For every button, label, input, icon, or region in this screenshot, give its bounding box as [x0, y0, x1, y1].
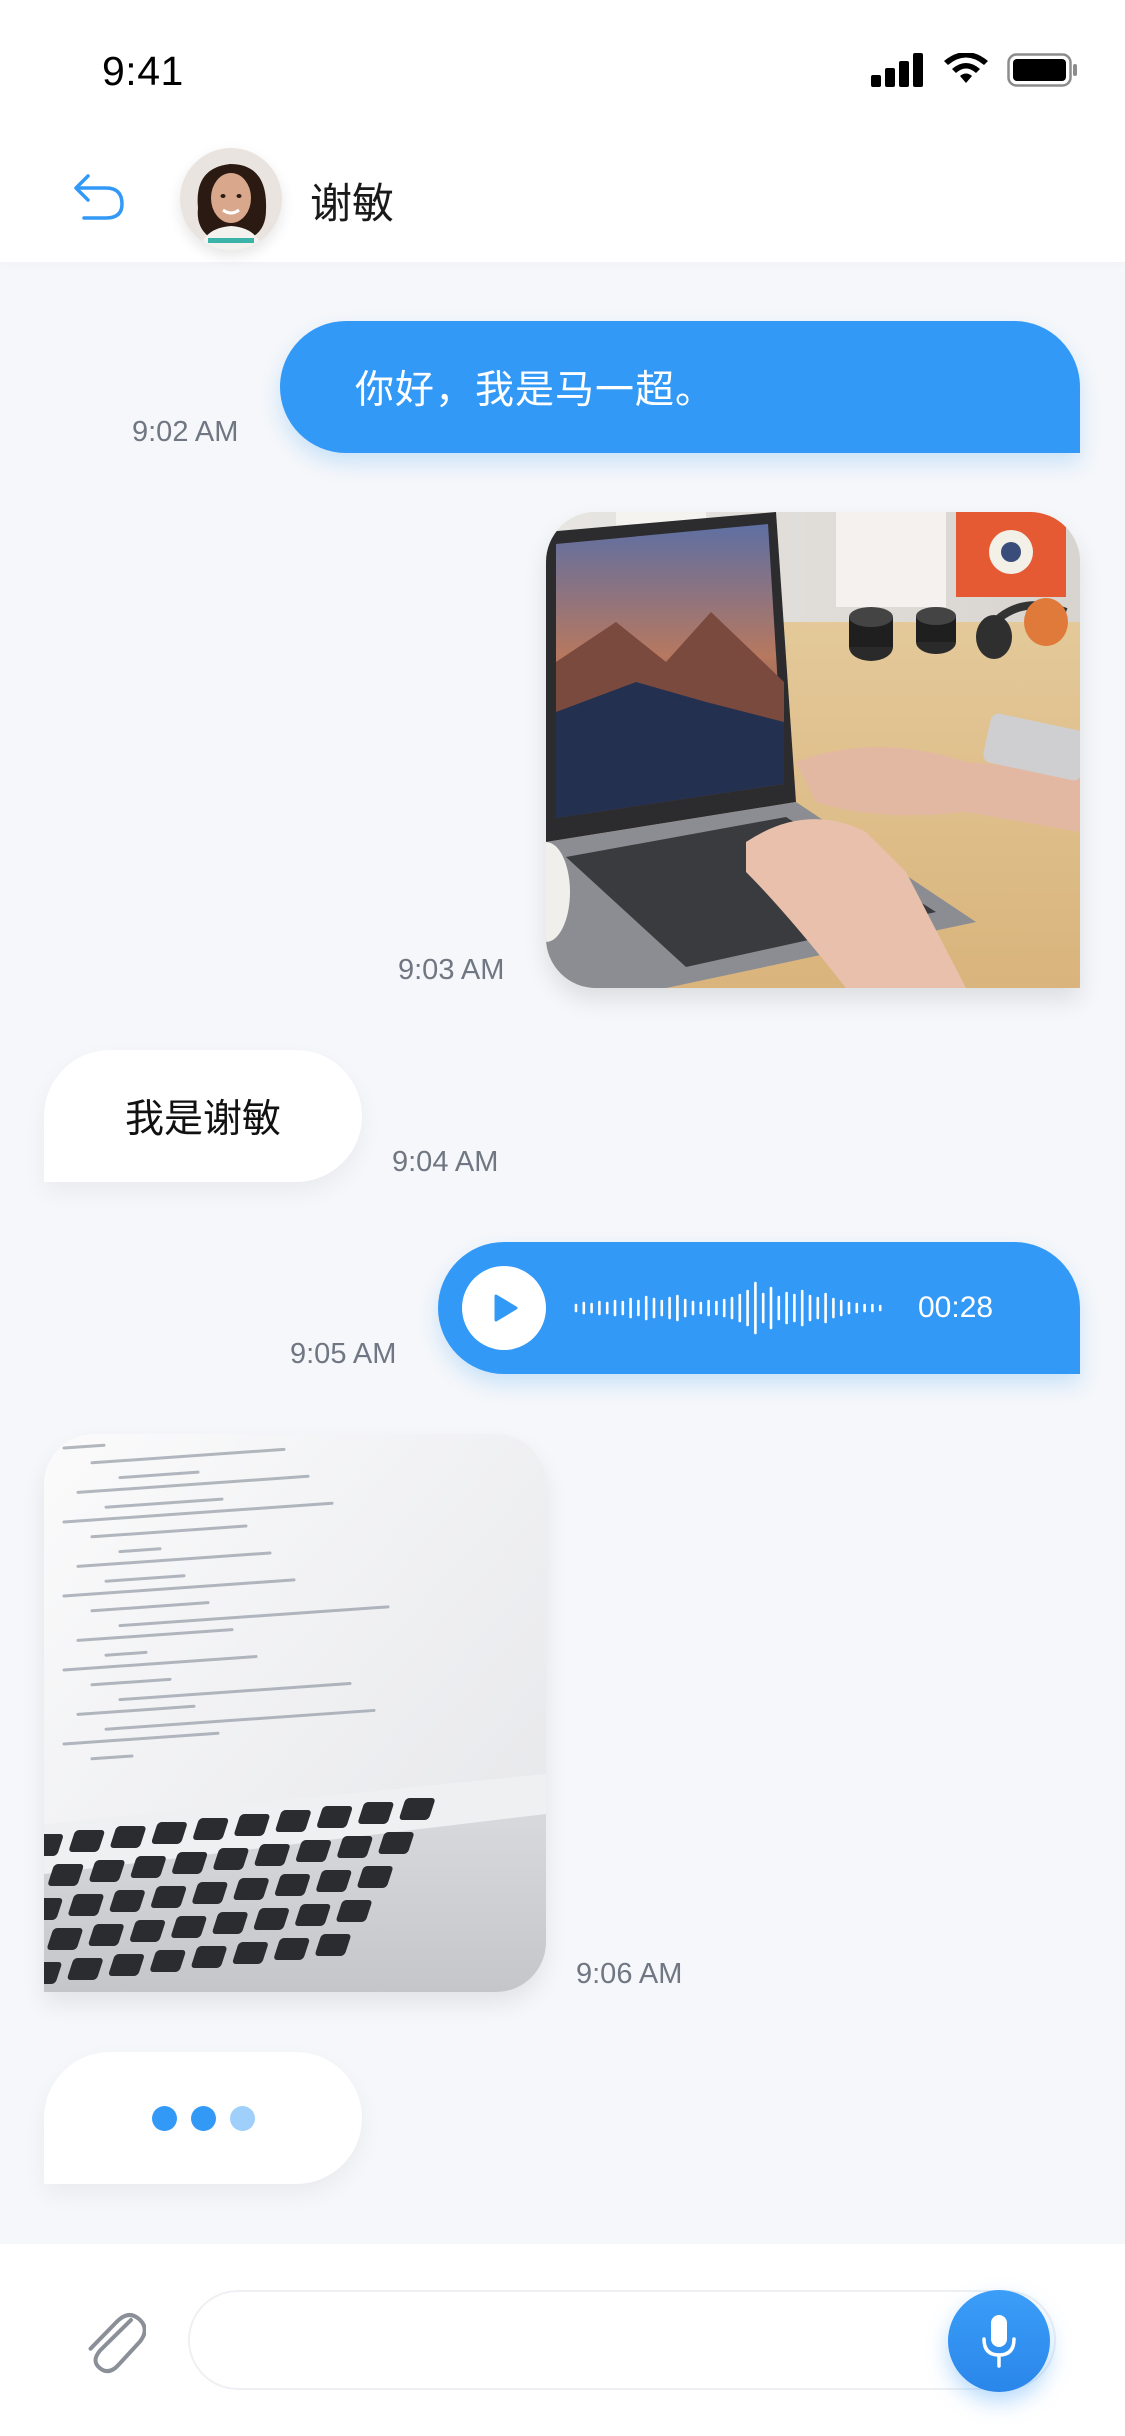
message-timestamp: 9:02 AM: [132, 416, 239, 448]
typing-dot: [229, 2105, 255, 2131]
play-icon: [494, 1294, 518, 1322]
attach-button[interactable]: [84, 2300, 147, 2380]
message-timestamp: 9:06 AM: [576, 1958, 683, 1990]
typing-dot: [151, 2105, 177, 2131]
message-input[interactable]: [188, 2290, 1056, 2390]
paperclip-icon: [88, 2313, 147, 2374]
battery-icon: [1007, 53, 1077, 87]
status-icons: [871, 52, 1079, 88]
contact-name: 谢敏: [310, 179, 395, 228]
avatar-image: [180, 148, 282, 250]
message-timestamp: 9:05 AM: [290, 1338, 397, 1370]
voice-record-button[interactable]: [948, 2290, 1050, 2392]
status-time: 9:41: [102, 48, 184, 94]
outgoing-image-message[interactable]: [546, 512, 1080, 988]
wifi-icon: [944, 53, 988, 83]
voice-message-bubble[interactable]: 00:28: [438, 1242, 1080, 1374]
back-arrow-icon: [74, 174, 124, 220]
contact-avatar[interactable]: [180, 148, 282, 250]
typing-dot: [190, 2105, 216, 2131]
laptop-photo: [546, 512, 1080, 988]
message-timestamp: 9:04 AM: [392, 1146, 499, 1178]
play-button[interactable]: [462, 1266, 546, 1350]
code-laptop-photo: [44, 1434, 546, 1992]
microphone-icon: [982, 2315, 1016, 2368]
incoming-message-bubble[interactable]: 我是谢敏: [44, 1050, 362, 1182]
typing-indicator: [44, 2052, 362, 2184]
message-timestamp: 9:03 AM: [398, 954, 505, 986]
voice-duration: 00:28: [918, 1291, 994, 1324]
back-button[interactable]: [70, 168, 130, 228]
message-text: 你好，我是马一超。: [355, 368, 716, 413]
cellular-signal-icon: [871, 53, 923, 87]
audio-waveform-icon: [574, 1281, 882, 1335]
outgoing-message-bubble[interactable]: 你好，我是马一超。: [280, 321, 1080, 453]
chat-header: [0, 132, 1125, 262]
message-text: 我是谢敏: [124, 1097, 281, 1142]
incoming-image-message[interactable]: [44, 1434, 546, 1992]
